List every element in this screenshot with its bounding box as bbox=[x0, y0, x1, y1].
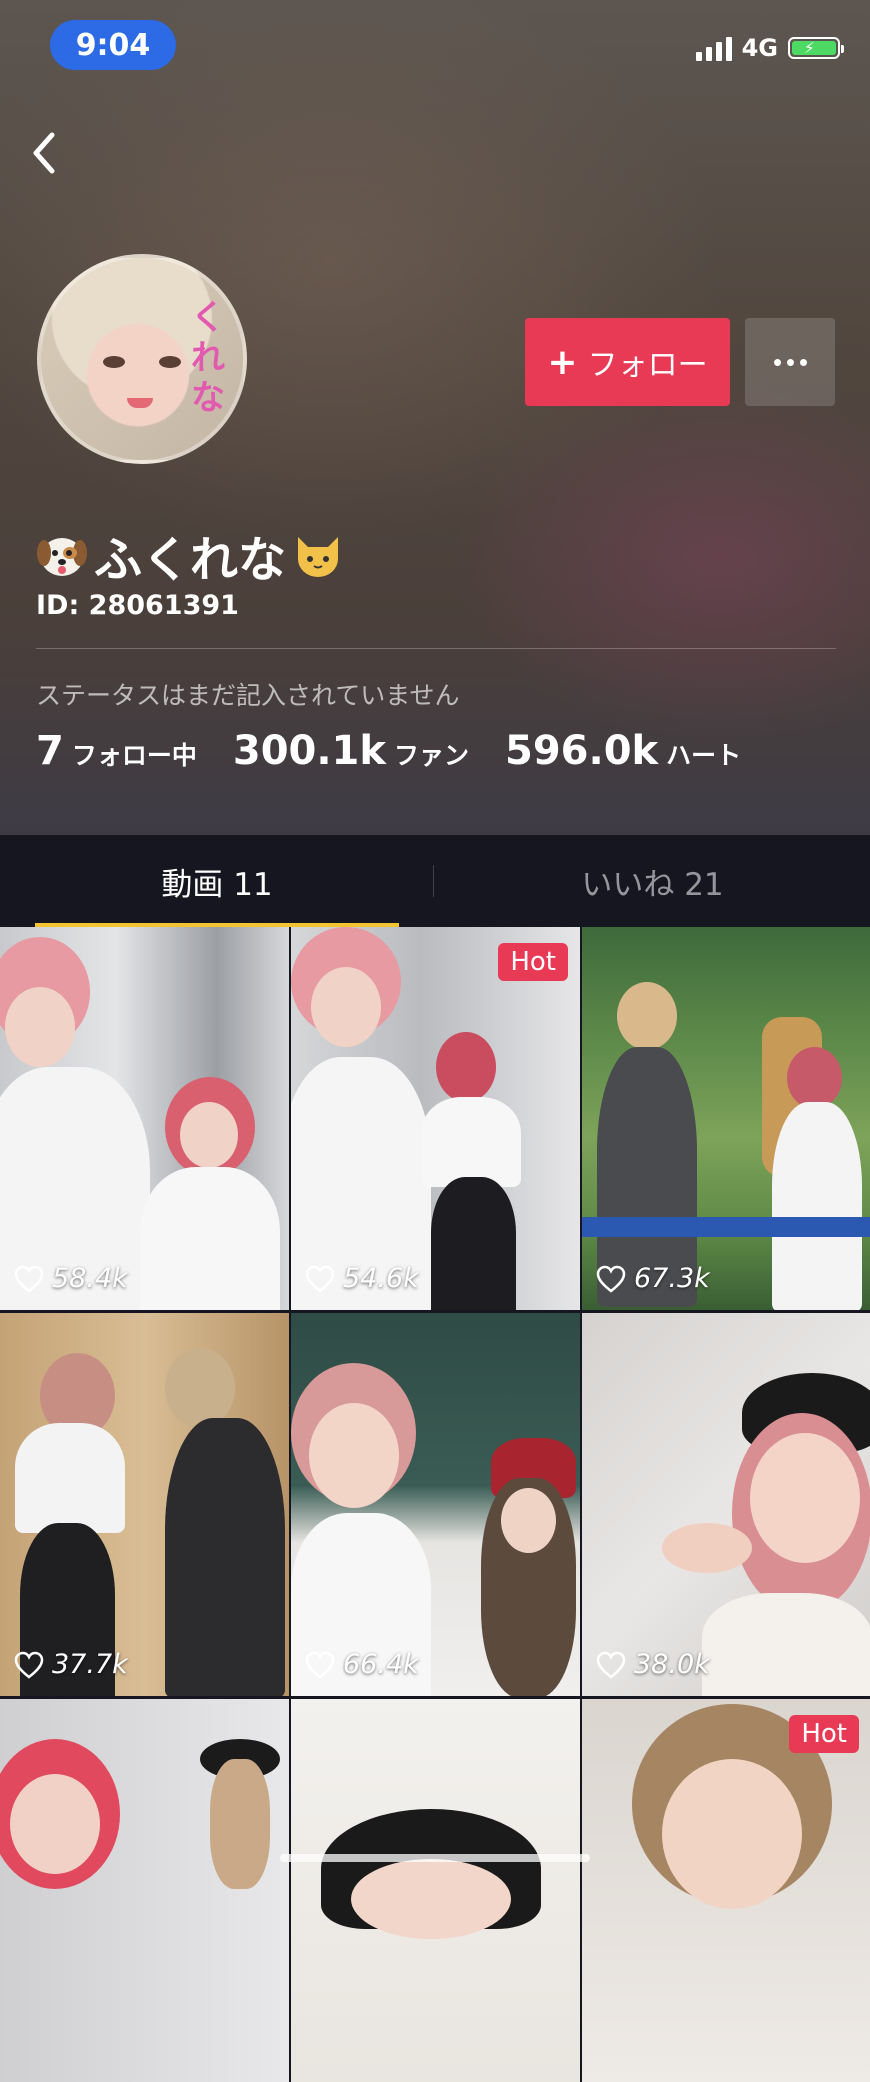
stat-hearts-count: 596.0k bbox=[505, 728, 659, 774]
heart-icon bbox=[14, 1651, 44, 1679]
follow-button[interactable]: + フォロー bbox=[525, 318, 730, 406]
stat-hearts: 596.0k ハート bbox=[505, 728, 741, 774]
back-button[interactable] bbox=[30, 128, 70, 178]
video-thumbnail[interactable]: 38.0k bbox=[582, 1313, 870, 1696]
video-grid: 58.4k Hot 54.6k 67.3k 37.7k 66.4k 38.0k … bbox=[0, 927, 870, 2082]
video-thumbnail[interactable]: 58.4k bbox=[0, 927, 289, 1310]
heart-icon bbox=[305, 1651, 335, 1679]
video-likes: 54.6k bbox=[305, 1263, 419, 1294]
avatar[interactable]: くれな bbox=[37, 254, 247, 464]
profile-stats: 7 フォロー中 300.1k ファン 596.0k ハート bbox=[36, 728, 741, 774]
video-thumbnail[interactable]: 66.4k bbox=[291, 1313, 580, 1696]
stat-fans-count: 300.1k bbox=[232, 728, 386, 774]
hot-badge: Hot bbox=[498, 943, 568, 981]
status-indicators: 4G ⚡ bbox=[695, 34, 844, 62]
video-thumbnail[interactable]: Hot bbox=[582, 1699, 870, 2082]
profile-name: ふくれな bbox=[94, 532, 287, 588]
hot-badge: Hot bbox=[789, 1715, 859, 1753]
video-thumbnail[interactable]: 67.3k bbox=[582, 927, 870, 1310]
heart-icon bbox=[596, 1265, 626, 1293]
tab-videos[interactable]: 動画 11 bbox=[35, 835, 399, 927]
content-tabs: 動画 11 いいね 21 bbox=[0, 835, 870, 927]
cat-emoji-icon bbox=[298, 537, 339, 577]
heart-icon bbox=[14, 1265, 44, 1293]
signal-icon bbox=[695, 35, 732, 61]
status-time: 9:04 bbox=[50, 20, 176, 70]
profile-name-row: ふくれな bbox=[36, 520, 344, 590]
dog-emoji-icon bbox=[37, 538, 87, 576]
tab-separator bbox=[433, 865, 434, 897]
heart-icon bbox=[596, 1651, 626, 1679]
network-type: 4G bbox=[741, 34, 778, 62]
stat-following-count: 7 bbox=[36, 728, 64, 774]
home-indicator bbox=[280, 1854, 590, 1862]
video-thumbnail[interactable]: Hot 54.6k bbox=[291, 927, 580, 1310]
heart-icon bbox=[305, 1265, 335, 1293]
back-icon bbox=[33, 132, 55, 174]
stat-following[interactable]: 7 フォロー中 bbox=[36, 728, 197, 774]
follow-label: フォロー bbox=[587, 348, 708, 383]
video-likes: 67.3k bbox=[596, 1263, 710, 1294]
more-options-button[interactable] bbox=[745, 318, 835, 406]
video-likes: 37.7k bbox=[14, 1649, 128, 1680]
stat-hearts-label: ハート bbox=[666, 741, 742, 770]
stat-following-label: フォロー中 bbox=[71, 741, 197, 770]
divider bbox=[36, 648, 836, 649]
video-thumbnail[interactable] bbox=[0, 1699, 289, 2082]
user-id: ID: 28061391 bbox=[36, 590, 239, 621]
profile-header: 9:04 4G ⚡ くれな + フォロー ふくれな ID: 28061391 ス… bbox=[0, 0, 870, 835]
tab-likes[interactable]: いいね 21 bbox=[435, 835, 870, 927]
video-likes: 66.4k bbox=[305, 1649, 419, 1680]
stat-fans[interactable]: 300.1k ファン bbox=[233, 728, 469, 774]
video-likes: 58.4k bbox=[14, 1263, 128, 1294]
status-message: ステータスはまだ記入されていません bbox=[36, 681, 460, 710]
video-likes: 38.0k bbox=[596, 1649, 710, 1680]
video-thumbnail[interactable]: 37.7k bbox=[0, 1313, 289, 1696]
stat-fans-label: ファン bbox=[393, 741, 469, 770]
battery-icon: ⚡ bbox=[788, 37, 844, 59]
plus-icon: + bbox=[547, 341, 578, 383]
video-thumbnail[interactable] bbox=[291, 1699, 580, 2082]
